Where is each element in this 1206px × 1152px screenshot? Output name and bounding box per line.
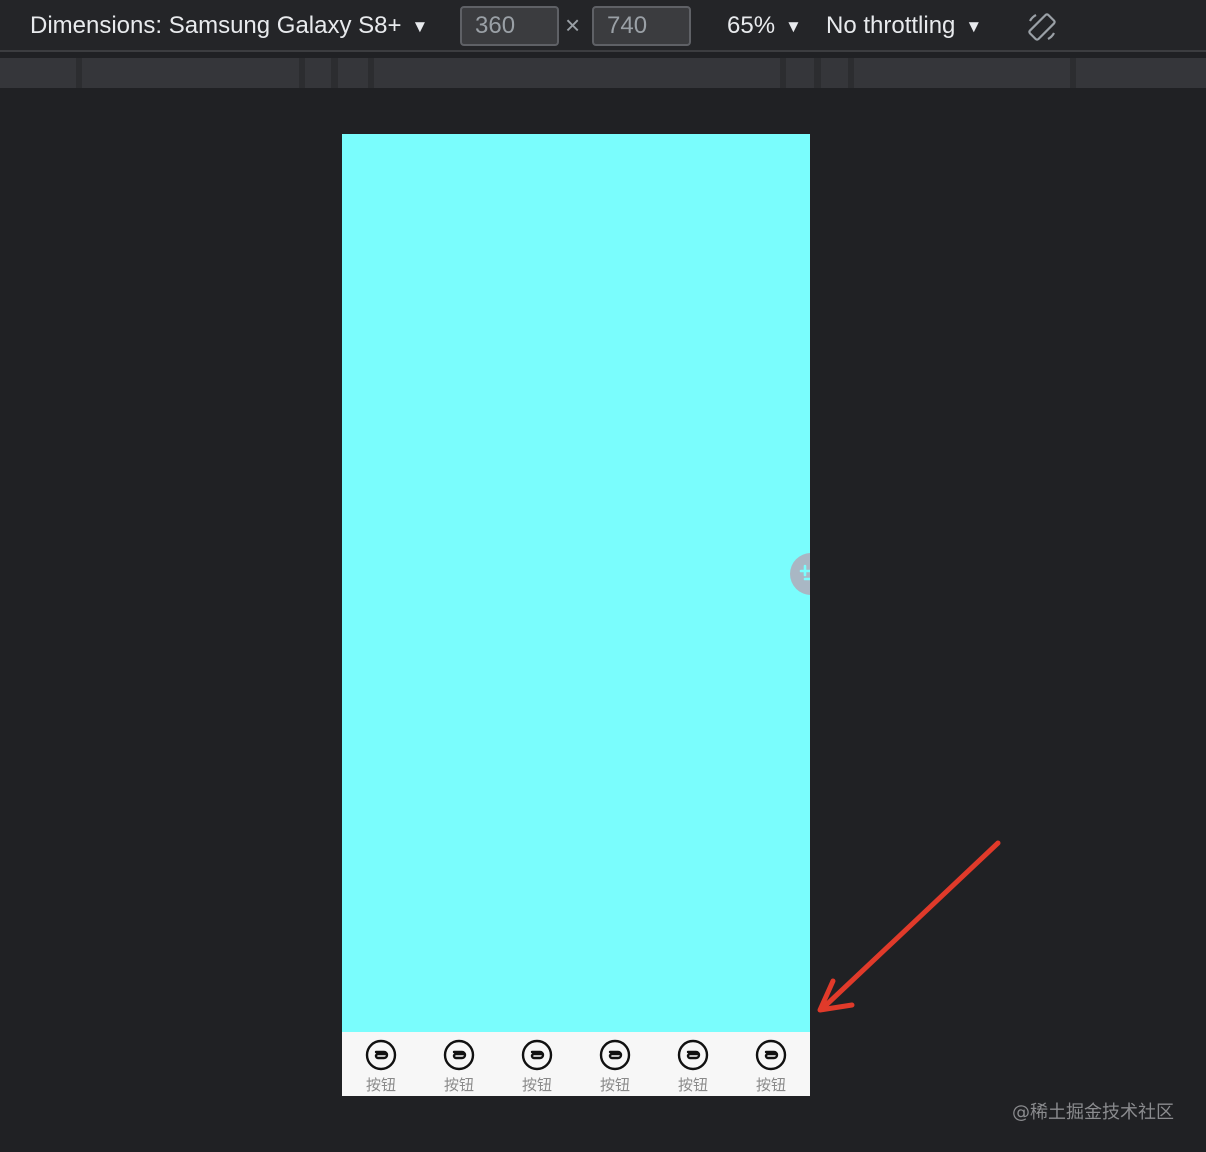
tab-label: 按钮 bbox=[443, 1076, 474, 1094]
zoom-label: 65% bbox=[727, 12, 776, 39]
swirl-icon bbox=[443, 1039, 475, 1071]
throttling-select[interactable]: No throttling ▼ bbox=[826, 0, 982, 52]
swirl-icon bbox=[521, 1039, 553, 1071]
tab-button-5[interactable]: 按钮 bbox=[654, 1032, 732, 1096]
tab-label: 按钮 bbox=[755, 1076, 786, 1094]
media-query-segment[interactable] bbox=[0, 58, 76, 88]
width-input[interactable] bbox=[460, 6, 559, 46]
bottom-tab-bar: 按钮 按钮 按钮 按钮 按钮 按钮 bbox=[342, 1032, 810, 1096]
page-content bbox=[342, 134, 810, 1032]
throttling-label: No throttling bbox=[826, 12, 956, 39]
tab-label: 按钮 bbox=[599, 1076, 630, 1094]
watermark: @稀土掘金技术社区 bbox=[1012, 1102, 1174, 1123]
zoom-select[interactable]: 65% ▼ bbox=[727, 0, 802, 52]
tab-label: 按钮 bbox=[677, 1076, 708, 1094]
device-viewport: 按钮 按钮 按钮 按钮 按钮 按钮 bbox=[342, 134, 810, 1096]
chevron-down-icon: ▼ bbox=[965, 17, 983, 36]
tab-button-6[interactable]: 按钮 bbox=[732, 1032, 810, 1096]
chevron-down-icon: ▼ bbox=[785, 17, 802, 36]
media-query-segment[interactable] bbox=[338, 58, 368, 88]
device-select-label: Dimensions: Samsung Galaxy S8+ bbox=[30, 12, 402, 39]
device-select[interactable]: Dimensions: Samsung Galaxy S8+ ▼ bbox=[30, 0, 428, 52]
media-query-segment[interactable] bbox=[305, 58, 331, 88]
media-query-segment[interactable] bbox=[821, 58, 848, 88]
media-query-segment[interactable] bbox=[374, 58, 780, 88]
tab-button-4[interactable]: 按钮 bbox=[576, 1032, 654, 1096]
floating-button-icon bbox=[799, 564, 810, 581]
tab-label: 按钮 bbox=[521, 1076, 552, 1094]
tab-button-1[interactable]: 按钮 bbox=[342, 1032, 420, 1096]
media-query-bar bbox=[0, 58, 1206, 88]
rotate-icon[interactable] bbox=[1026, 11, 1058, 43]
swirl-icon bbox=[365, 1039, 397, 1071]
device-toolbar: Dimensions: Samsung Galaxy S8+ ▼ × 65% ▼… bbox=[0, 0, 1206, 52]
swirl-icon bbox=[599, 1039, 631, 1071]
swirl-icon bbox=[677, 1039, 709, 1071]
media-query-segment[interactable] bbox=[854, 58, 1070, 88]
swirl-icon bbox=[755, 1039, 787, 1071]
tab-button-2[interactable]: 按钮 bbox=[420, 1032, 498, 1096]
media-query-segment[interactable] bbox=[82, 58, 299, 88]
chevron-down-icon: ▼ bbox=[411, 17, 429, 36]
times-separator: × bbox=[565, 10, 581, 40]
tab-label: 按钮 bbox=[365, 1076, 396, 1094]
media-query-segment[interactable] bbox=[1076, 58, 1206, 88]
tab-button-3[interactable]: 按钮 bbox=[498, 1032, 576, 1096]
media-query-segment[interactable] bbox=[786, 58, 814, 88]
height-input[interactable] bbox=[592, 6, 691, 46]
